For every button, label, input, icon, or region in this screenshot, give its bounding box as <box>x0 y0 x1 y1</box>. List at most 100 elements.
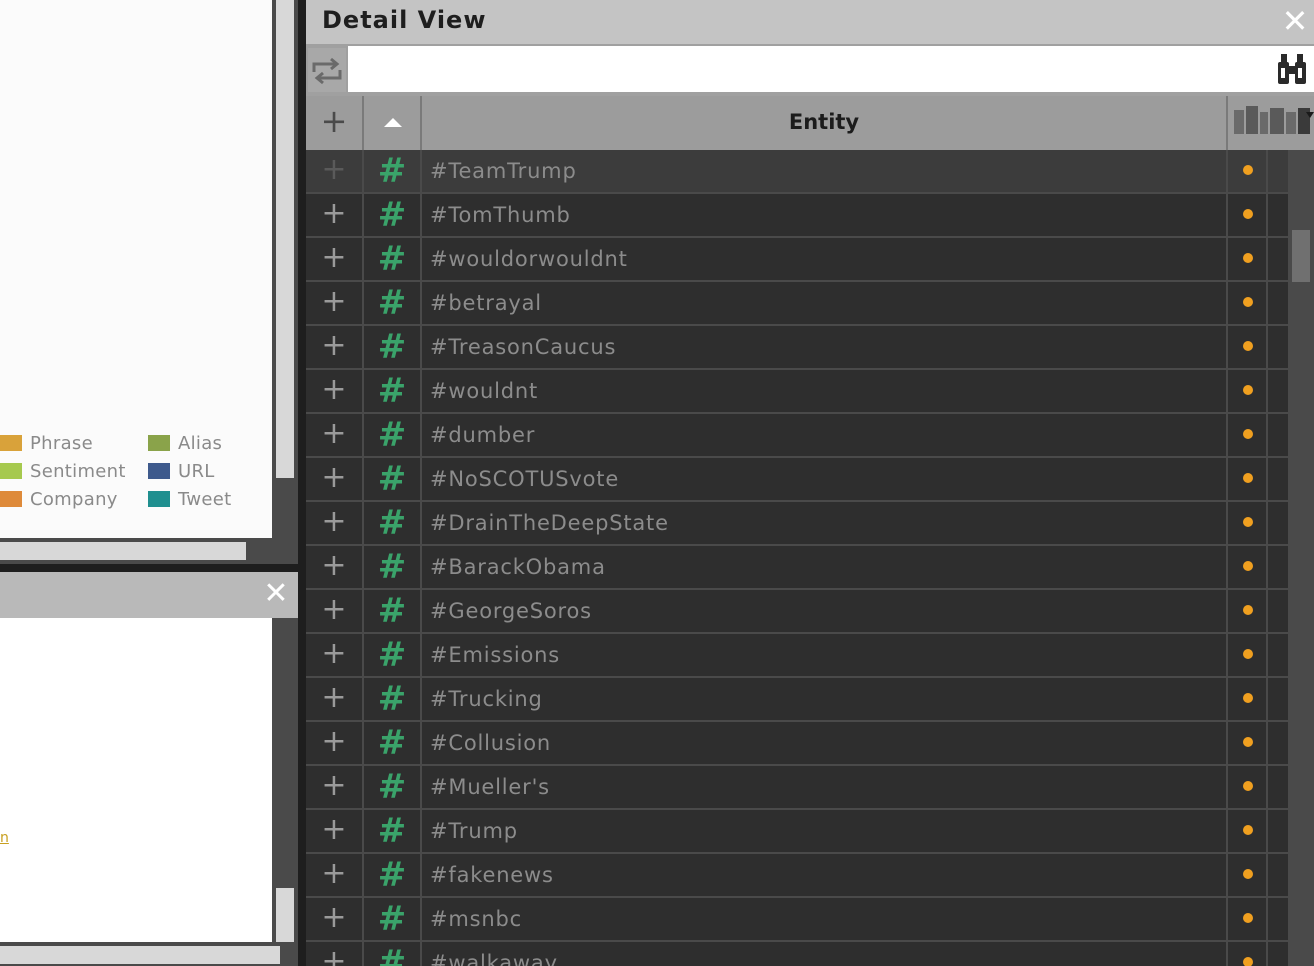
status-dot-icon <box>1243 913 1253 923</box>
add-row-button[interactable]: + <box>306 150 364 192</box>
add-row-button[interactable]: + <box>306 942 364 966</box>
add-all-button[interactable]: + <box>306 96 364 150</box>
graph-horizontal-scrollbar[interactable] <box>0 538 298 564</box>
entity-table-body: + # #TeamTrump + # #TomThumb + # #wouldorwouldnt… <box>306 150 1288 966</box>
add-row-button[interactable]: + <box>306 854 364 896</box>
scrollbar-thumb[interactable] <box>276 888 294 942</box>
hashtag-icon: # <box>364 458 422 500</box>
graph-vertical-scrollbar[interactable] <box>272 0 298 538</box>
table-row[interactable]: + # #fakenews <box>306 854 1288 898</box>
panel-divider[interactable] <box>0 564 298 572</box>
table-row[interactable]: + # #Trucking <box>306 678 1288 722</box>
find-button[interactable] <box>1276 52 1308 88</box>
add-row-button[interactable]: + <box>306 238 364 280</box>
add-row-button[interactable]: + <box>306 766 364 808</box>
hashtag-icon: # <box>364 370 422 412</box>
status-dot-icon <box>1243 165 1253 175</box>
legend-swatch <box>0 435 22 451</box>
lower-vertical-scrollbar[interactable] <box>272 618 298 942</box>
legend-swatch <box>148 435 170 451</box>
table-row[interactable]: + # #Collusion <box>306 722 1288 766</box>
extra-columns-header[interactable] <box>1228 96 1314 150</box>
table-row[interactable]: + # #GeorgeSoros <box>306 590 1288 634</box>
status-dot-icon <box>1243 605 1253 615</box>
link-fragment[interactable]: n <box>0 830 9 846</box>
table-row[interactable]: + # #BarackObama <box>306 546 1288 590</box>
table-row[interactable]: + # #DrainTheDeepState <box>306 502 1288 546</box>
add-row-button[interactable]: + <box>306 898 364 940</box>
entity-name: #dumber <box>422 414 1228 456</box>
table-row[interactable]: + # #Mueller's <box>306 766 1288 810</box>
status-cell <box>1228 898 1268 940</box>
hashtag-icon: # <box>364 722 422 764</box>
status-dot-icon <box>1243 385 1253 395</box>
legend-item-phrase: Phrase <box>0 432 93 454</box>
add-row-button[interactable]: + <box>306 546 364 588</box>
add-row-button[interactable]: + <box>306 282 364 324</box>
status-dot-icon <box>1243 429 1253 439</box>
add-row-button[interactable]: + <box>306 194 364 236</box>
refresh-button[interactable] <box>308 48 346 92</box>
entity-name: #Trump <box>422 810 1228 852</box>
legend-swatch <box>0 463 22 479</box>
table-row[interactable]: + # #msnbc <box>306 898 1288 942</box>
add-row-button[interactable]: + <box>306 370 364 412</box>
table-row[interactable]: + # #TomThumb <box>306 194 1288 238</box>
close-icon[interactable]: ✕ <box>1278 4 1312 38</box>
scrollbar-thumb[interactable] <box>276 0 294 478</box>
status-cell <box>1228 194 1268 236</box>
table-row[interactable]: + # #wouldorwouldnt <box>306 238 1288 282</box>
add-row-button[interactable]: + <box>306 590 364 632</box>
extra-cell <box>1268 810 1288 852</box>
table-row[interactable]: + # #Trump <box>306 810 1288 854</box>
entity-name: #TeamTrump <box>422 150 1228 192</box>
scrollbar-thumb[interactable] <box>0 946 280 964</box>
close-icon[interactable]: ✕ <box>262 579 290 609</box>
table-row[interactable]: + # #wouldnt <box>306 370 1288 414</box>
entity-name: #walkaway <box>422 942 1228 966</box>
extra-cell <box>1268 458 1288 500</box>
table-row[interactable]: + # #dumber <box>306 414 1288 458</box>
hashtag-icon: # <box>364 590 422 632</box>
graph-panel: Phrase Alias Sentiment URL Company Tweet <box>0 0 272 538</box>
add-row-button[interactable]: + <box>306 502 364 544</box>
lower-horizontal-scrollbar[interactable] <box>0 942 298 966</box>
table-row[interactable]: + # #TreasonCaucus <box>306 326 1288 370</box>
entity-name: #wouldorwouldnt <box>422 238 1228 280</box>
add-row-button[interactable]: + <box>306 458 364 500</box>
add-row-button[interactable]: + <box>306 634 364 676</box>
table-row[interactable]: + # #TeamTrump <box>306 150 1288 194</box>
table-header: + Entity <box>306 96 1314 150</box>
hashtag-icon: # <box>364 238 422 280</box>
legend-label: Alias <box>178 432 223 454</box>
search-input[interactable] <box>348 46 1314 92</box>
hashtag-icon: # <box>364 546 422 588</box>
hashtag-icon: # <box>364 150 422 192</box>
detail-vertical-scrollbar[interactable] <box>1288 150 1314 966</box>
legend-swatch <box>148 491 170 507</box>
scrollbar-thumb[interactable] <box>1292 230 1310 282</box>
entity-column-header[interactable]: Entity <box>422 96 1228 150</box>
entity-name: #fakenews <box>422 854 1228 896</box>
add-row-button[interactable]: + <box>306 414 364 456</box>
add-row-button[interactable]: + <box>306 810 364 852</box>
table-row[interactable]: + # #NoSCOTUSvote <box>306 458 1288 502</box>
add-row-button[interactable]: + <box>306 326 364 368</box>
scrollbar-thumb[interactable] <box>0 542 246 560</box>
legend-item-tweet: Tweet <box>148 488 231 510</box>
status-cell <box>1228 854 1268 896</box>
table-row[interactable]: + # #walkaway <box>306 942 1288 966</box>
add-row-button[interactable]: + <box>306 722 364 764</box>
legend-item-alias: Alias <box>148 432 222 454</box>
legend-label: Tweet <box>178 488 232 510</box>
extra-cell <box>1268 678 1288 720</box>
add-row-button[interactable]: + <box>306 678 364 720</box>
table-row[interactable]: + # #betrayal <box>306 282 1288 326</box>
table-row[interactable]: + # #Emissions <box>306 634 1288 678</box>
entity-name: #Mueller's <box>422 766 1228 808</box>
legend-item-sentiment: Sentiment <box>0 460 126 482</box>
splitter[interactable] <box>298 0 306 966</box>
extra-cell <box>1268 766 1288 808</box>
sort-column-header[interactable] <box>364 96 422 150</box>
detail-view-panel: Detail View ✕ + Entity + # #TeamTrump + … <box>306 0 1314 966</box>
